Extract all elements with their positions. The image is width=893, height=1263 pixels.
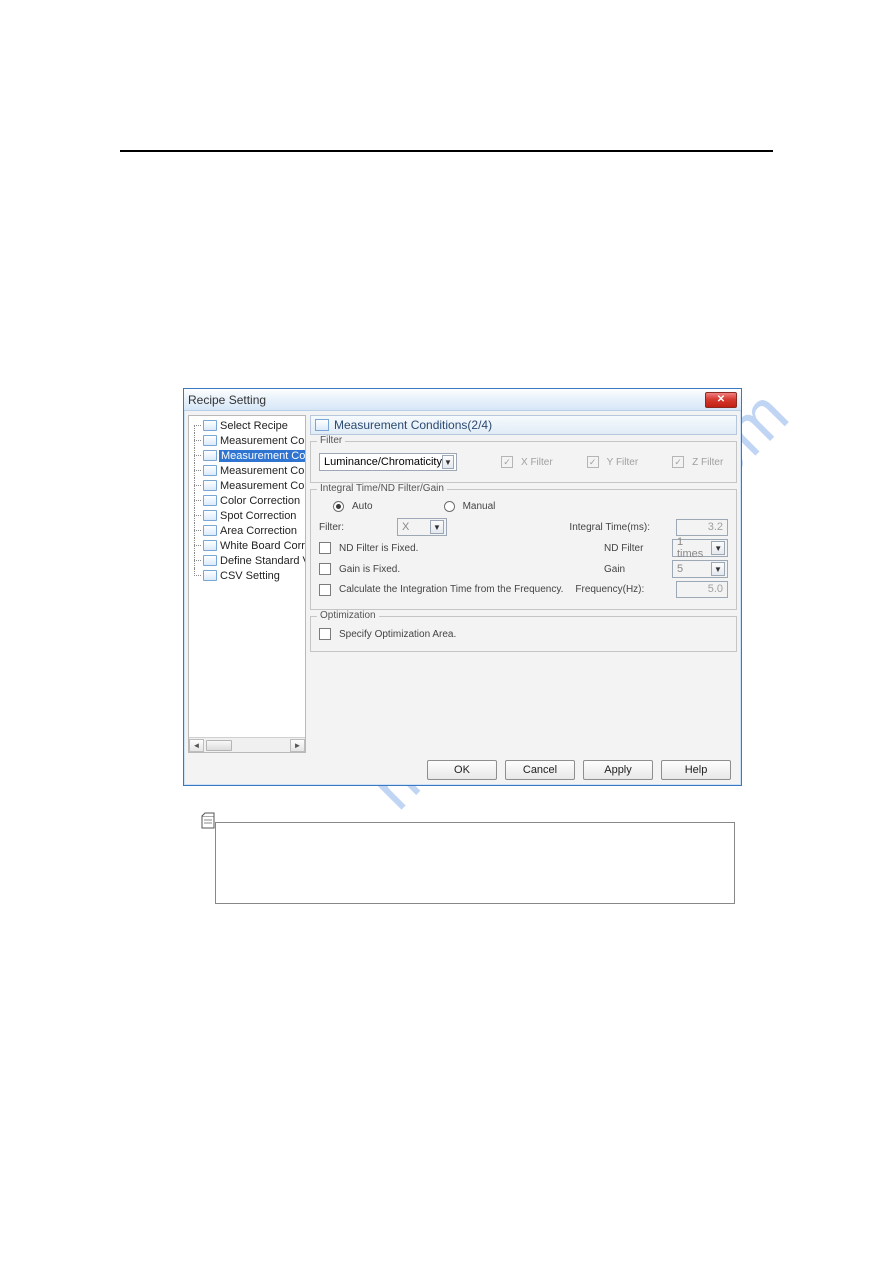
dialog-body: Select Recipe Measurement Co Measurement C… <box>184 411 741 757</box>
tree-item-label: Measurement Co <box>219 465 305 477</box>
tree-item[interactable]: Define Standard V <box>193 553 305 568</box>
tree-item[interactable]: Color Correction <box>193 493 305 508</box>
scroll-left-button[interactable]: ◄ <box>189 739 204 752</box>
tree-item[interactable]: Select Recipe <box>193 418 305 433</box>
page-icon <box>203 480 217 491</box>
filter-row-label: Filter: <box>319 522 389 533</box>
ok-button[interactable]: OK <box>427 760 497 780</box>
integral-group: Integral Time/ND Filter/Gain Auto Manual… <box>310 489 737 610</box>
filter-xyz-combo: X ▼ <box>397 518 447 536</box>
x-filter-label: X Filter <box>521 457 553 468</box>
y-filter-label: Y Filter <box>607 457 639 468</box>
page-icon <box>203 495 217 506</box>
optimization-legend: Optimization <box>317 610 379 621</box>
z-filter-checkbox <box>672 456 684 468</box>
page-icon <box>203 570 217 581</box>
filter-combo-value: Luminance/Chromaticity <box>324 456 442 468</box>
nd-filter-combo: 1 times ▼ <box>672 539 728 557</box>
gain-fixed-label: Gain is Fixed. <box>339 564 400 575</box>
tree-item-label: CSV Setting <box>219 570 281 582</box>
tree-item[interactable]: Area Correction <box>193 523 305 538</box>
filter-xyz-value: X <box>402 521 409 533</box>
manual-label: Manual <box>463 501 496 512</box>
nd-filter-value: 1 times <box>677 536 711 560</box>
chevron-down-icon: ▼ <box>711 562 725 576</box>
page-icon <box>203 435 217 446</box>
page-icon <box>203 420 217 431</box>
close-icon: ✕ <box>717 394 725 405</box>
page-icon <box>203 465 217 476</box>
calc-freq-label: Calculate the Integration Time from the … <box>339 584 563 595</box>
auto-label: Auto <box>352 501 373 512</box>
manual-radio[interactable] <box>444 501 455 512</box>
help-button[interactable]: Help <box>661 760 731 780</box>
horizontal-rule <box>120 150 773 152</box>
section-title: Measurement Conditions(2/4) <box>334 418 492 432</box>
chevron-down-icon: ▼ <box>442 455 454 469</box>
page-icon <box>203 540 217 551</box>
tree-item[interactable]: White Board Corr <box>193 538 305 553</box>
cancel-button[interactable]: Cancel <box>505 760 575 780</box>
freq-label: Frequency(Hz): <box>575 584 644 595</box>
scroll-right-button[interactable]: ► <box>290 739 305 752</box>
chevron-down-icon: ▼ <box>711 541 725 555</box>
nd-fixed-label: ND Filter is Fixed. <box>339 543 418 554</box>
memo-box <box>215 822 735 904</box>
gain-fixed-checkbox[interactable] <box>319 563 331 575</box>
recipe-setting-dialog: Recipe Setting ✕ Select Recipe Measuremen… <box>183 388 742 786</box>
freq-field: 5.0 <box>676 581 728 598</box>
tree-item[interactable]: Measurement Co <box>193 463 305 478</box>
gain-value: 5 <box>677 563 683 575</box>
content-pane: Measurement Conditions(2/4) Filter Lumin… <box>310 415 737 753</box>
integral-time-field: 3.2 <box>676 519 728 536</box>
gain-combo: 5 ▼ <box>672 560 728 578</box>
z-filter-label: Z Filter <box>692 457 723 468</box>
tree-item-label: Spot Correction <box>219 510 297 522</box>
nav-tree[interactable]: Select Recipe Measurement Co Measurement C… <box>188 415 306 753</box>
nd-fixed-checkbox[interactable] <box>319 542 331 554</box>
titlebar[interactable]: Recipe Setting ✕ <box>184 389 741 411</box>
page-icon <box>203 525 217 536</box>
integral-legend: Integral Time/ND Filter/Gain <box>317 483 447 494</box>
tree-item[interactable]: Measurement Co <box>193 433 305 448</box>
tree-item-label: Area Correction <box>219 525 298 537</box>
close-button[interactable]: ✕ <box>705 392 737 408</box>
tree-item[interactable]: Measurement Co <box>193 478 305 493</box>
specify-opt-label: Specify Optimization Area. <box>339 629 456 640</box>
chevron-down-icon: ▼ <box>430 520 444 534</box>
dialog-title: Recipe Setting <box>188 393 266 407</box>
tree-item[interactable]: Spot Correction <box>193 508 305 523</box>
y-filter-checkbox <box>587 456 599 468</box>
nd-filter-label: ND Filter <box>604 543 664 554</box>
tree-item-label: Color Correction <box>219 495 301 507</box>
page-icon <box>315 419 329 431</box>
page-icon <box>203 450 217 461</box>
tree-hscrollbar[interactable]: ◄ ► <box>189 737 305 752</box>
specify-opt-checkbox[interactable] <box>319 628 331 640</box>
integral-time-label: Integral Time(ms): <box>569 522 650 533</box>
dialog-button-row: OK Cancel Apply Help <box>427 760 731 780</box>
tree-item[interactable]: CSV Setting <box>193 568 305 583</box>
page-icon <box>203 510 217 521</box>
filter-group: Filter Luminance/Chromaticity ▼ X Filter… <box>310 441 737 483</box>
scroll-thumb[interactable] <box>206 740 232 751</box>
x-filter-checkbox <box>501 456 513 468</box>
tree-item-label: Measurement Co <box>219 450 306 462</box>
tree-item-label: Select Recipe <box>219 420 289 432</box>
tree-item-label: Define Standard V <box>219 555 306 567</box>
gain-label: Gain <box>604 564 664 575</box>
apply-button[interactable]: Apply <box>583 760 653 780</box>
tree-item-label: Measurement Co <box>219 480 305 492</box>
optimization-group: Optimization Specify Optimization Area. <box>310 616 737 652</box>
section-header: Measurement Conditions(2/4) <box>310 415 737 435</box>
filter-combo[interactable]: Luminance/Chromaticity ▼ <box>319 453 457 471</box>
tree-item[interactable]: Measurement Co <box>193 448 305 463</box>
auto-radio[interactable] <box>333 501 344 512</box>
tree-item-label: White Board Corr <box>219 540 306 552</box>
tree-item-label: Measurement Co <box>219 435 305 447</box>
page-icon <box>203 555 217 566</box>
filter-legend: Filter <box>317 435 345 446</box>
calc-freq-checkbox[interactable] <box>319 584 331 596</box>
